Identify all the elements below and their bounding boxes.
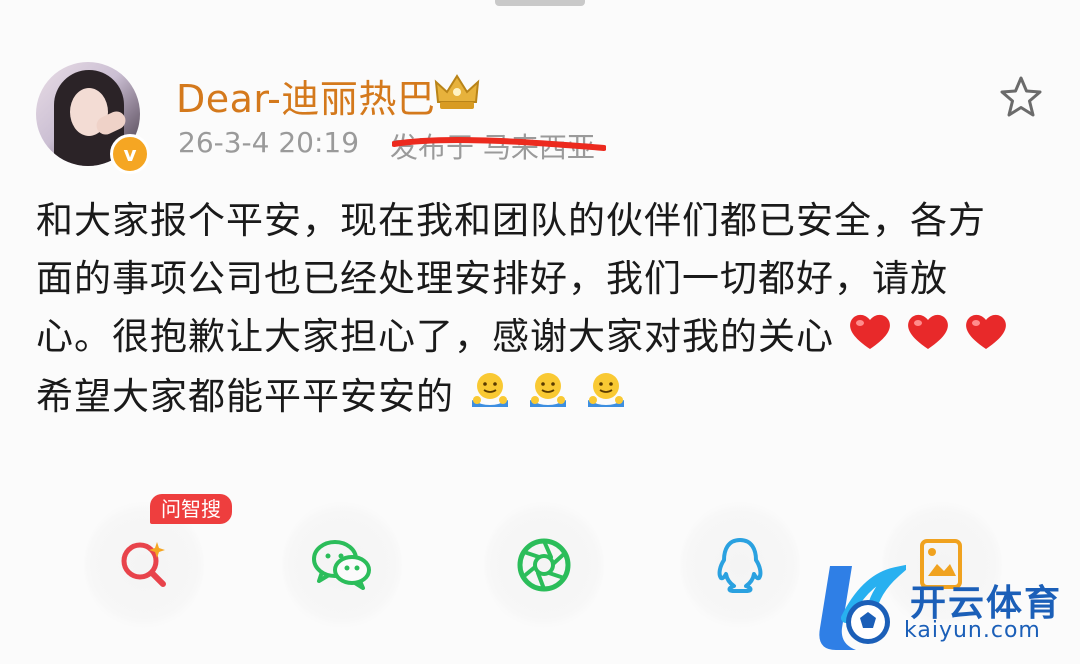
qq-icon [717, 538, 763, 593]
author-name[interactable]: Dear-迪丽热巴 [176, 68, 435, 123]
hug-emoji-icon [584, 369, 628, 427]
verified-badge-icon: v [110, 134, 150, 174]
weibo-post: v Dear-迪丽热巴 26-3-4 20:19 发布于 马来西亚 和大家报个平… [0, 0, 1080, 660]
heart-icon [964, 310, 1008, 368]
hug-emoji-icon [526, 369, 570, 427]
ai-search-icon [121, 542, 166, 587]
kaiyun-logo-icon [806, 563, 914, 650]
content-line: 心。很抱歉让大家担心了，感谢大家对我的关心 [36, 308, 1046, 368]
qq-share-button[interactable] [680, 500, 800, 630]
wechat-icon [312, 540, 371, 590]
content-line: 希望大家都能平平安安的 [36, 368, 1046, 428]
post-timestamp: 26-3-4 20:19 [178, 126, 360, 159]
moments-share-button[interactable] [484, 500, 604, 630]
favorite-star-icon[interactable] [998, 74, 1044, 120]
moments-icon [517, 538, 571, 592]
hug-emoji-icon [468, 369, 512, 427]
content-line: 和大家报个平安，现在我和团队的伙伴们都已安全，各方 [36, 199, 986, 242]
ai-search-badge: 问智搜 [150, 494, 232, 524]
heart-icon [906, 310, 950, 368]
heart-icon [848, 310, 892, 368]
post-content: 和大家报个平安，现在我和团队的伙伴们都已安全，各方 面的事项公司也已经处理安排好… [36, 192, 1046, 427]
watermark-url: kaiyun.com [904, 618, 1041, 643]
content-line: 面的事项公司也已经处理安排好，我们一切都好，请放 [36, 257, 948, 300]
crown-icon [434, 74, 480, 109]
red-marker-underline [392, 137, 606, 151]
wechat-share-button[interactable] [282, 500, 402, 630]
